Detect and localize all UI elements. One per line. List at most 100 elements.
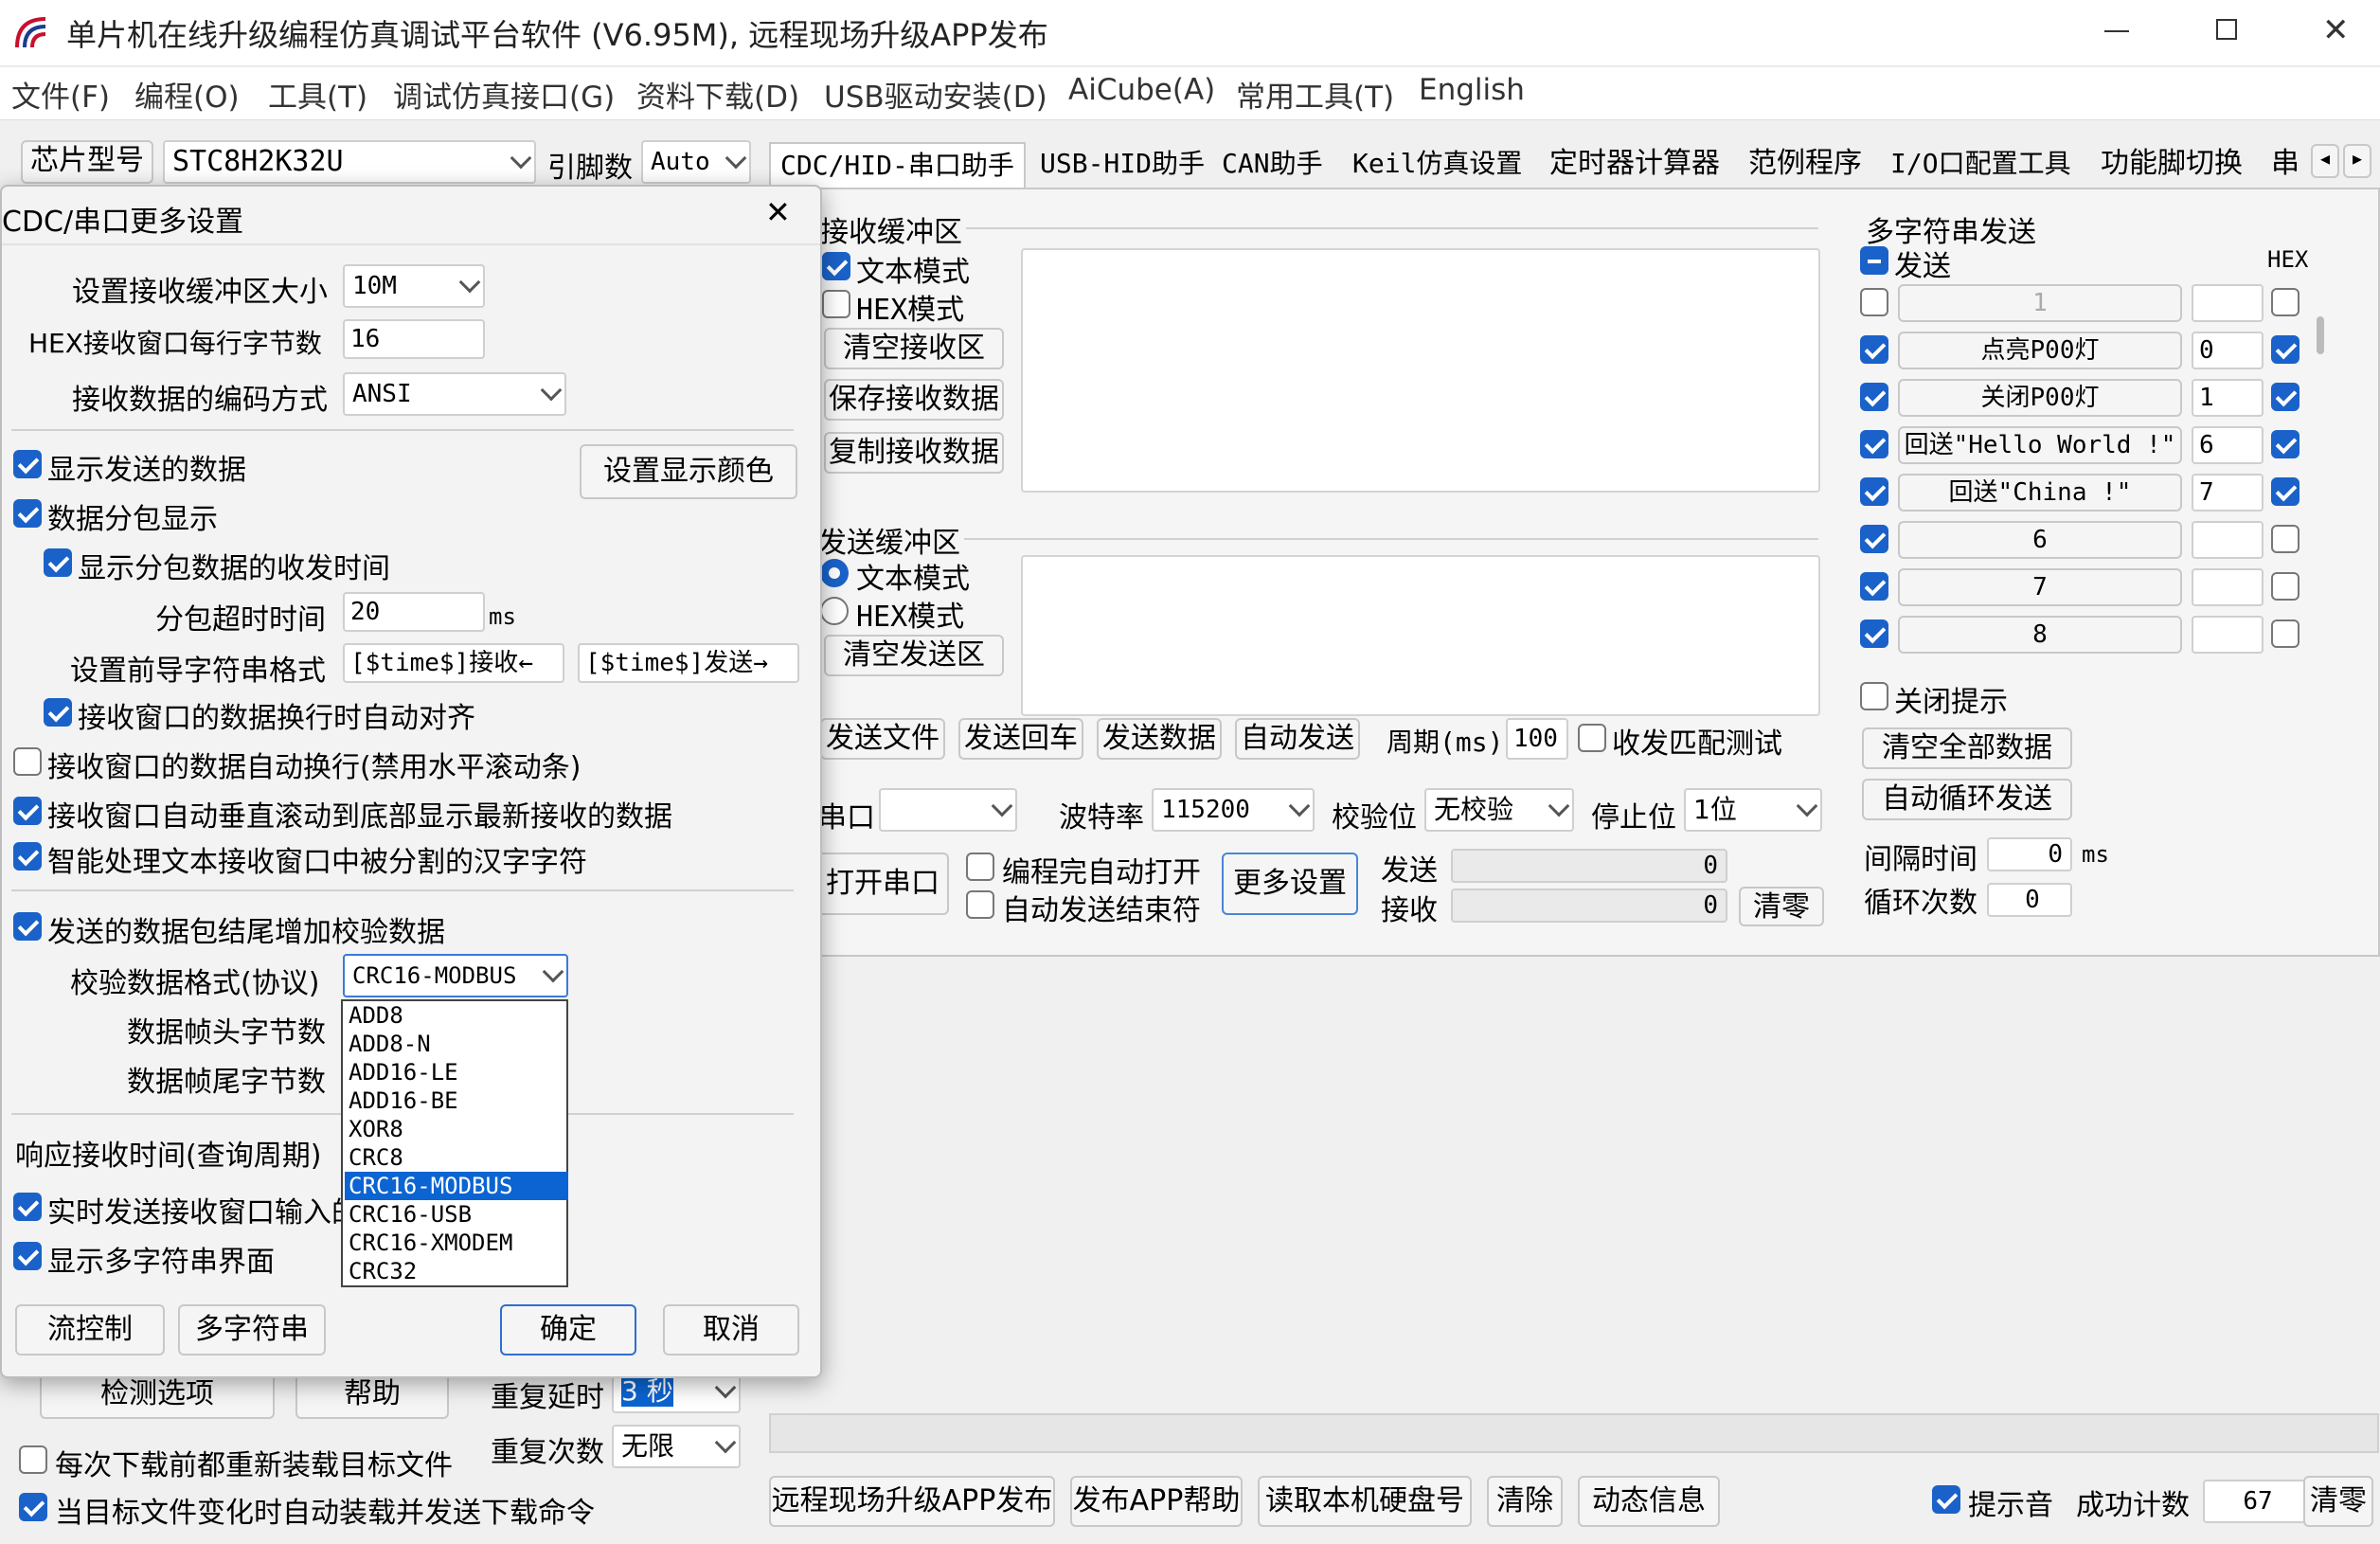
tab-more[interactable]: 串 bbox=[2262, 142, 2309, 188]
format-option[interactable]: XOR8 bbox=[345, 1115, 568, 1143]
format-select[interactable]: CRC16-MODBUS bbox=[343, 954, 568, 997]
align-checkbox[interactable] bbox=[44, 698, 72, 727]
multi-row-send-button[interactable]: 8 bbox=[1898, 616, 2182, 654]
multi-row-hex-checkbox[interactable] bbox=[2271, 383, 2299, 411]
multi-row-enable-checkbox[interactable] bbox=[1860, 288, 1888, 316]
send-data-button[interactable]: 发送数据 bbox=[1097, 718, 1222, 760]
multi-row-enable-checkbox[interactable] bbox=[1860, 572, 1888, 601]
multi-row-send-button[interactable]: 回送"Hello World !" bbox=[1898, 426, 2182, 464]
packet-show-checkbox[interactable] bbox=[13, 499, 42, 528]
save-receive-button[interactable]: 保存接收数据 bbox=[824, 379, 1004, 421]
multi-row-send-button[interactable]: 6 bbox=[1898, 521, 2182, 559]
menu-english[interactable]: English bbox=[1419, 73, 1525, 107]
receive-textarea[interactable] bbox=[1021, 248, 1820, 493]
multi-string-button[interactable]: 多字符串 bbox=[178, 1304, 326, 1355]
receive-hex-mode-radio[interactable] bbox=[822, 290, 850, 318]
open-port-button[interactable]: 打开串口 bbox=[816, 853, 949, 915]
format-option[interactable]: ADD16-LE bbox=[345, 1058, 568, 1086]
wrap-checkbox[interactable] bbox=[13, 747, 42, 776]
multi-row-enable-checkbox[interactable] bbox=[1860, 619, 1888, 648]
auto-reload-checkbox[interactable] bbox=[19, 1493, 47, 1521]
minimize-icon[interactable] bbox=[2104, 30, 2129, 32]
multi-row-value-input[interactable]: 7 bbox=[2192, 474, 2264, 512]
tab-can[interactable]: CAN助手 bbox=[1212, 142, 1333, 188]
multi-row-send-button[interactable]: 回送"China !" bbox=[1898, 474, 2182, 512]
stop-select[interactable]: 1位 bbox=[1684, 788, 1822, 832]
clear-counts-button[interactable]: 清零 bbox=[1739, 887, 1824, 926]
close-icon[interactable]: ✕ bbox=[2322, 11, 2350, 49]
multi-row-value-input[interactable]: 0 bbox=[2192, 332, 2264, 369]
period-input[interactable]: 100 bbox=[1506, 718, 1568, 760]
format-option[interactable]: CRC16-MODBUS bbox=[345, 1172, 568, 1200]
multi-row-send-button[interactable]: 1 bbox=[1898, 284, 2182, 322]
dynamic-info-button[interactable]: 动态信息 bbox=[1578, 1476, 1720, 1527]
format-option[interactable]: CRC16-USB bbox=[345, 1200, 568, 1229]
clear-all-button[interactable]: 清空全部数据 bbox=[1862, 727, 2072, 769]
clear-receive-button[interactable]: 清空接收区 bbox=[824, 328, 1004, 369]
send-text-mode-radio[interactable] bbox=[820, 559, 849, 587]
tab-scroll-left-icon[interactable]: ◂ bbox=[2311, 144, 2339, 178]
show-sent-checkbox[interactable] bbox=[13, 450, 42, 478]
multi-row-value-input[interactable] bbox=[2192, 568, 2264, 606]
hex-bytes-input[interactable]: 16 bbox=[343, 319, 485, 359]
maximize-icon[interactable] bbox=[2216, 19, 2237, 40]
auto-end-checkbox[interactable] bbox=[966, 890, 994, 919]
reload-each-checkbox[interactable] bbox=[19, 1445, 47, 1474]
realtime-checkbox[interactable] bbox=[13, 1193, 42, 1221]
tab-scroll-right-icon[interactable]: ▸ bbox=[2343, 144, 2371, 178]
format-option[interactable]: ADD16-BE bbox=[345, 1086, 568, 1115]
menu-download[interactable]: 资料下载(D) bbox=[636, 73, 799, 116]
multi-send-all-checkbox[interactable] bbox=[1860, 246, 1888, 275]
clear-log-button[interactable]: 清除 bbox=[1487, 1476, 1563, 1527]
multi-row-hex-checkbox[interactable] bbox=[2271, 572, 2299, 601]
tab-io-config[interactable]: I/O口配置工具 bbox=[1881, 142, 2081, 188]
multi-row-hex-checkbox[interactable] bbox=[2271, 525, 2299, 553]
tab-cdc-serial[interactable]: CDC/HID-串口助手 bbox=[769, 142, 1026, 188]
multi-row-hex-checkbox[interactable] bbox=[2271, 619, 2299, 648]
multi-row-value-input[interactable] bbox=[2192, 616, 2264, 654]
tab-keil[interactable]: Keil仿真设置 bbox=[1343, 142, 1531, 188]
match-test-checkbox[interactable] bbox=[1578, 724, 1606, 752]
format-option[interactable]: ADD8 bbox=[345, 1001, 568, 1030]
menu-program[interactable]: 编程(O) bbox=[134, 73, 240, 116]
chip-type-select[interactable]: STC8H2K32U bbox=[163, 140, 536, 184]
menu-debug[interactable]: 调试仿真接口(G) bbox=[393, 73, 615, 116]
publish-app-button[interactable]: 远程现场升级APP发布 bbox=[769, 1476, 1055, 1527]
tab-examples[interactable]: 范例程序 bbox=[1739, 142, 1871, 188]
format-option[interactable]: CRC8 bbox=[345, 1143, 568, 1172]
send-enter-button[interactable]: 发送回车 bbox=[958, 718, 1083, 760]
packet-time-checkbox[interactable] bbox=[44, 548, 72, 577]
auto-send-button[interactable]: 自动发送 bbox=[1235, 718, 1360, 760]
multi-row-send-button[interactable]: 关闭P00灯 bbox=[1898, 379, 2182, 417]
multi-row-send-button[interactable]: 7 bbox=[1898, 568, 2182, 606]
sound-checkbox[interactable] bbox=[1932, 1485, 1960, 1514]
buf-size-select[interactable]: 10M bbox=[343, 264, 485, 308]
multi-scrollbar[interactable] bbox=[2317, 316, 2324, 354]
auto-loop-button[interactable]: 自动循环发送 bbox=[1862, 779, 2072, 820]
multi-row-hex-checkbox[interactable] bbox=[2271, 430, 2299, 458]
close-tip-checkbox[interactable] bbox=[1860, 682, 1888, 710]
auto-open-checkbox[interactable] bbox=[966, 853, 994, 881]
encoding-select[interactable]: ANSI bbox=[343, 372, 566, 416]
ok-button[interactable]: 确定 bbox=[500, 1304, 636, 1355]
multi-row-hex-checkbox[interactable] bbox=[2271, 477, 2299, 506]
tab-pin-switch[interactable]: 功能脚切换 bbox=[2091, 142, 2252, 188]
repeat-count-select[interactable]: 无限 bbox=[612, 1425, 741, 1468]
send-hex-mode-radio[interactable] bbox=[820, 597, 849, 625]
tab-timer-calc[interactable]: 定时器计算器 bbox=[1540, 142, 1729, 188]
multi-row-enable-checkbox[interactable] bbox=[1860, 383, 1888, 411]
checksum-checkbox[interactable] bbox=[13, 912, 42, 941]
show-multi-checkbox[interactable] bbox=[13, 1242, 42, 1270]
send-file-button[interactable]: 发送文件 bbox=[820, 718, 945, 760]
more-settings-button[interactable]: 更多设置 bbox=[1222, 853, 1358, 915]
prefix-rx-input[interactable]: [$time$]接收← bbox=[343, 643, 564, 683]
clear-send-button[interactable]: 清空发送区 bbox=[824, 635, 1004, 676]
interval-input[interactable]: 0 bbox=[1987, 837, 2072, 871]
multi-row-send-button[interactable]: 点亮P00灯 bbox=[1898, 332, 2182, 369]
smart-cn-checkbox[interactable] bbox=[13, 842, 42, 871]
prefix-tx-input[interactable]: [$time$]发送→ bbox=[578, 643, 799, 683]
multi-row-value-input[interactable] bbox=[2192, 521, 2264, 559]
multi-row-hex-checkbox[interactable] bbox=[2271, 288, 2299, 316]
multi-row-enable-checkbox[interactable] bbox=[1860, 430, 1888, 458]
copy-receive-button[interactable]: 复制接收数据 bbox=[824, 432, 1004, 474]
